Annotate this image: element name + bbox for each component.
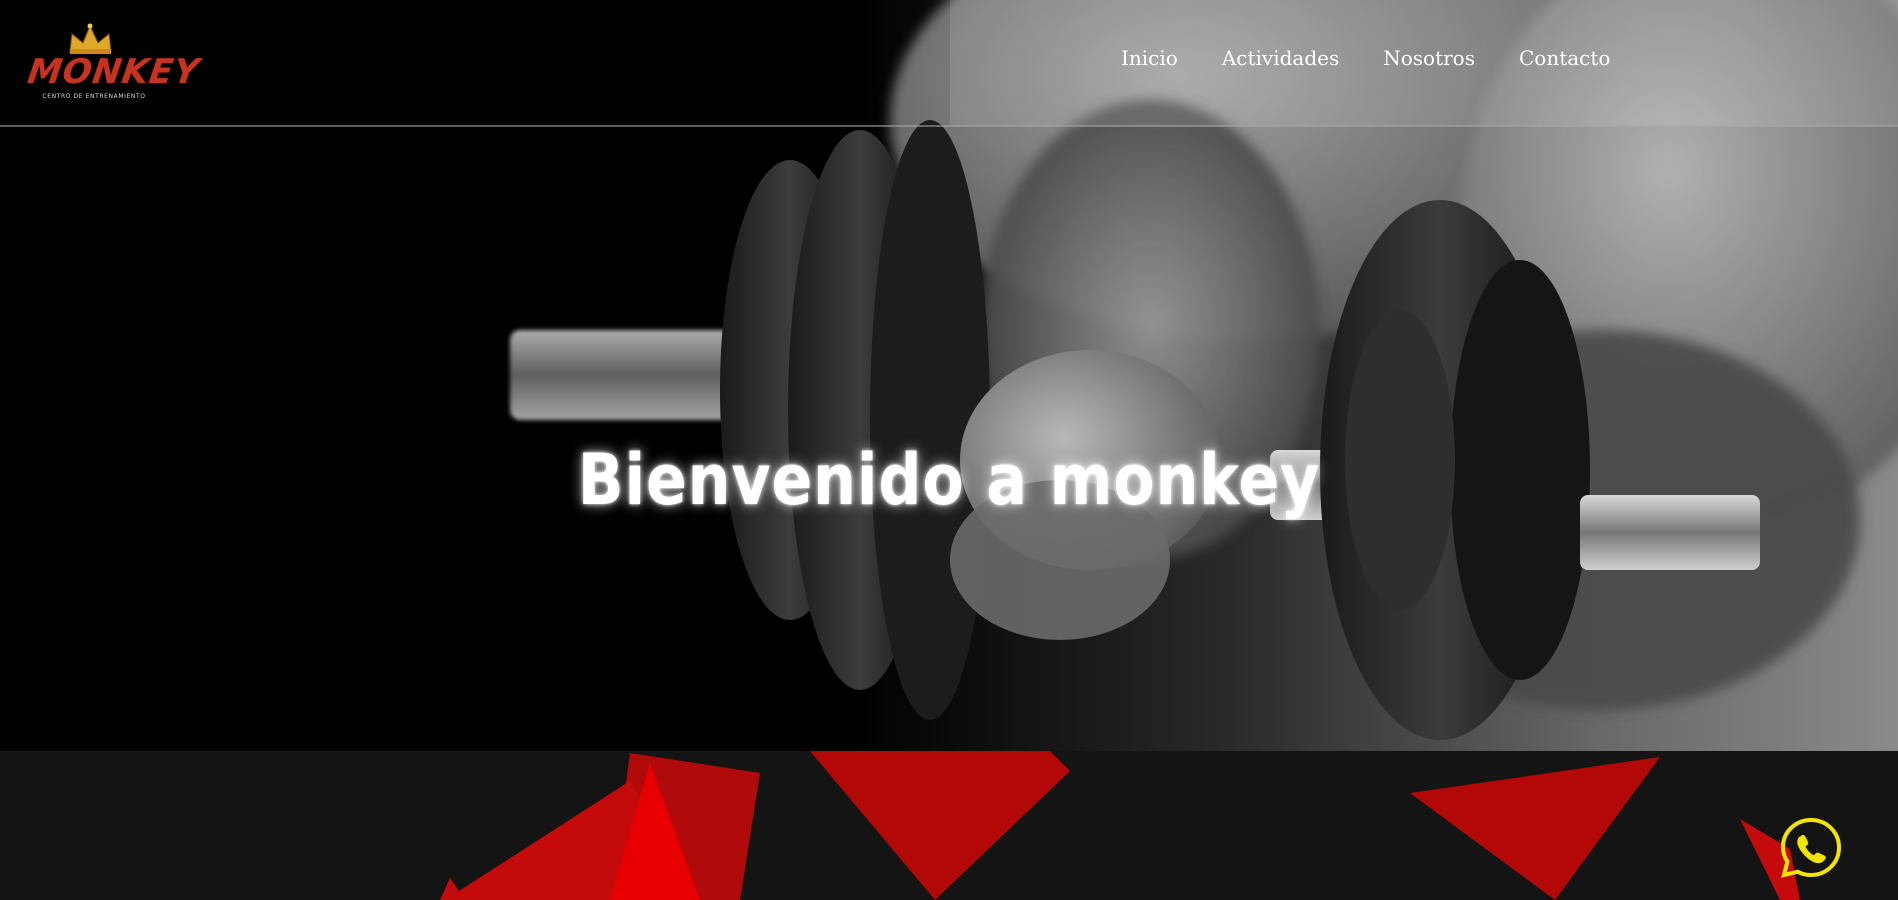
header-divider	[0, 125, 1898, 127]
hero-section: MONKEY CENTRO DE ENTRENAMIENTO Inicio Ac…	[0, 0, 1898, 751]
logo-wordmark: MONKEY	[25, 52, 203, 92]
brand-logo[interactable]: MONKEY CENTRO DE ENTRENAMIENTO	[25, 16, 203, 102]
section-decorative-shapes	[0, 751, 1898, 900]
red-triangles-decoration	[440, 751, 1800, 900]
whatsapp-icon	[1780, 817, 1842, 878]
site-header: MONKEY CENTRO DE ENTRENAMIENTO Inicio Ac…	[0, 0, 1898, 127]
nav-item-contacto[interactable]: Contacto	[1519, 46, 1610, 70]
logo-tagline: CENTRO DE ENTRENAMIENTO	[42, 93, 146, 100]
main-nav: Inicio Actividades Nosotros Contacto	[1121, 46, 1610, 70]
whatsapp-button[interactable]	[1779, 816, 1843, 880]
hero-title: Bienvenido a monkey	[577, 438, 1321, 521]
page: MONKEY CENTRO DE ENTRENAMIENTO Inicio Ac…	[0, 0, 1898, 900]
nav-item-nosotros[interactable]: Nosotros	[1383, 46, 1475, 70]
nav-item-inicio[interactable]: Inicio	[1121, 46, 1178, 70]
nav-item-actividades[interactable]: Actividades	[1222, 46, 1339, 70]
